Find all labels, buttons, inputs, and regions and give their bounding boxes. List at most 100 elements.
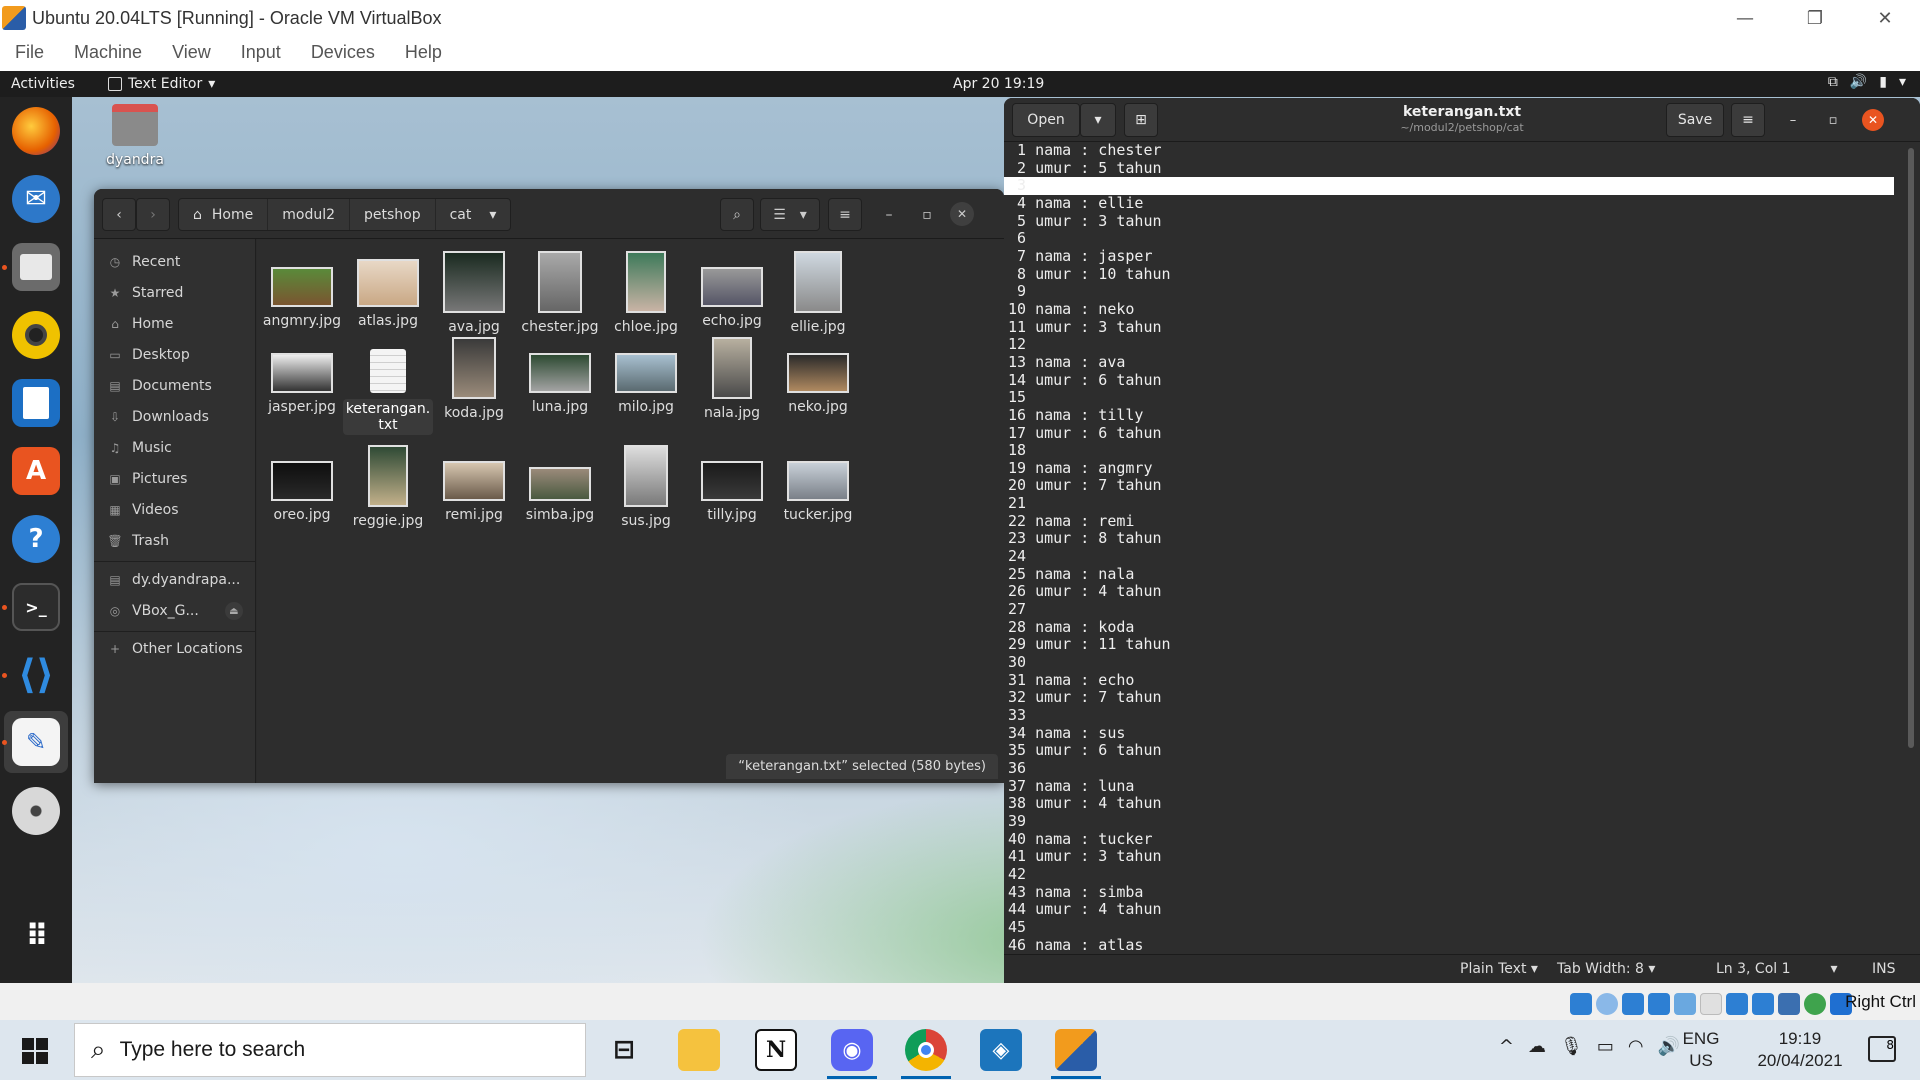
minimize-button[interactable]: –: [874, 198, 904, 231]
file-item[interactable]: tucker.jpg: [773, 445, 863, 523]
menu-help[interactable]: Help: [390, 42, 457, 63]
sidebar-item-pictures[interactable]: ▣ Pictures: [94, 464, 256, 494]
sidebar-item-recent[interactable]: ◷ Recent: [94, 247, 256, 277]
file-item[interactable]: simba.jpg: [515, 445, 605, 523]
discord-icon[interactable]: ◉: [831, 1029, 873, 1071]
file-item[interactable]: nala.jpg: [687, 337, 777, 421]
virtualbox-vm-icon[interactable]: [1055, 1029, 1097, 1071]
chevron-down-icon[interactable]: ▾: [1899, 74, 1906, 90]
file-item[interactable]: sus.jpg: [601, 445, 691, 529]
terminal-icon[interactable]: >_: [12, 583, 60, 631]
files-icon[interactable]: [12, 243, 60, 291]
file-item[interactable]: oreo.jpg: [257, 445, 347, 523]
optical-drive-icon[interactable]: [1596, 993, 1618, 1015]
sidebar-item-trash[interactable]: 🗑 Trash: [94, 526, 256, 556]
network-icon[interactable]: ⧉: [1828, 74, 1838, 90]
maximize-button[interactable]: ▫: [912, 198, 942, 231]
battery-icon[interactable]: ▭: [1597, 1036, 1614, 1057]
clock[interactable]: Apr 20 19:19: [953, 76, 1044, 92]
menu-file[interactable]: File: [0, 42, 59, 63]
tab-width-selector[interactable]: Tab Width: 8 ▾: [1557, 961, 1655, 977]
virtualbox-cube-icon[interactable]: ◈: [980, 1029, 1022, 1071]
rhythmbox-icon[interactable]: [12, 311, 60, 359]
file-item[interactable]: koda.jpg: [429, 337, 519, 421]
search-button[interactable]: ⌕: [720, 198, 754, 231]
software-center-icon[interactable]: A: [12, 447, 60, 495]
scrollbar[interactable]: [1908, 148, 1914, 748]
minimize-button[interactable]: —: [1710, 0, 1780, 36]
file-item[interactable]: reggie.jpg: [343, 445, 433, 529]
usb-icon[interactable]: [1674, 993, 1696, 1015]
file-item[interactable]: chloe.jpg: [601, 251, 691, 335]
menu-view[interactable]: View: [157, 42, 226, 63]
activities-button[interactable]: Activities: [0, 76, 100, 92]
maximize-button[interactable]: ▫: [1822, 109, 1844, 131]
crumb-cat[interactable]: cat ▾: [436, 199, 511, 230]
volume-icon[interactable]: 🔊: [1658, 1036, 1680, 1057]
file-item[interactable]: ava.jpg: [429, 251, 519, 335]
network-icon[interactable]: [1648, 993, 1670, 1015]
volume-icon[interactable]: 🔊: [1850, 74, 1867, 90]
shared-folders-icon[interactable]: [1700, 993, 1722, 1015]
cloud-icon[interactable]: ☁: [1528, 1036, 1546, 1057]
display-icon[interactable]: [1726, 993, 1748, 1015]
forward-button[interactable]: ›: [136, 198, 170, 231]
start-button[interactable]: [22, 1038, 48, 1064]
sidebar-item-music[interactable]: ♫ Music: [94, 433, 256, 463]
sidebar-item-drive[interactable]: ▤ dy.dyandrapa...: [94, 565, 256, 595]
text-area[interactable]: 1 nama : chester 2 umur : 5 tahun 3 4 na…: [1004, 142, 1920, 954]
file-explorer-icon[interactable]: [678, 1029, 720, 1071]
menu-machine[interactable]: Machine: [59, 42, 157, 63]
app-menu[interactable]: Text Editor ▾: [108, 76, 215, 92]
restore-button[interactable]: ❐: [1780, 0, 1850, 36]
guest-additions-icon[interactable]: [1804, 993, 1826, 1015]
sidebar-item-starred[interactable]: ★ Starred: [94, 278, 256, 308]
eject-icon[interactable]: ⏏: [224, 602, 243, 620]
taskbar-search[interactable]: ⌕ Type here to search: [74, 1023, 586, 1077]
disc-icon[interactable]: [12, 787, 60, 835]
hard-disk-icon[interactable]: [1570, 993, 1592, 1015]
cursor-position[interactable]: Ln 3, Col 1 ▾: [1716, 961, 1838, 977]
help-icon[interactable]: ?: [12, 515, 60, 563]
menu-button[interactable]: ≡: [828, 198, 862, 231]
file-item-keterangan[interactable]: keterangan. txt: [343, 337, 433, 435]
microphone-icon[interactable]: 🎙: [1560, 1036, 1583, 1057]
battery-icon[interactable]: ▮: [1879, 74, 1887, 90]
close-button[interactable]: ✕: [1850, 0, 1920, 36]
recording-icon[interactable]: [1752, 993, 1774, 1015]
file-item[interactable]: milo.jpg: [601, 337, 691, 415]
menu-devices[interactable]: Devices: [296, 42, 390, 63]
file-item[interactable]: chester.jpg: [515, 251, 605, 335]
language-selector[interactable]: Plain Text ▾: [1460, 961, 1538, 977]
gedit-icon[interactable]: ✎: [12, 718, 60, 766]
sidebar-item-desktop[interactable]: ▭ Desktop: [94, 340, 256, 370]
task-view-icon[interactable]: ⊟: [603, 1029, 645, 1071]
language-indicator[interactable]: ENG US: [1680, 1028, 1722, 1072]
save-button[interactable]: Save: [1666, 103, 1724, 137]
chevron-up-icon[interactable]: ^: [1499, 1036, 1514, 1057]
file-item[interactable]: jasper.jpg: [257, 337, 347, 415]
menu-input[interactable]: Input: [226, 42, 296, 63]
file-item[interactable]: tilly.jpg: [687, 445, 777, 523]
cpu-icon[interactable]: [1778, 993, 1800, 1015]
notification-center-icon[interactable]: 8: [1868, 1036, 1896, 1062]
file-item[interactable]: angmry.jpg: [257, 251, 347, 329]
view-toggle-button[interactable]: ☰ ▾: [760, 198, 820, 231]
desktop-home-folder[interactable]: dyandra: [104, 104, 166, 168]
close-button[interactable]: ✕: [1862, 109, 1884, 131]
wifi-icon[interactable]: ◠: [1628, 1036, 1644, 1057]
show-apps-icon[interactable]: ⠿: [12, 912, 60, 960]
minimize-button[interactable]: –: [1782, 109, 1804, 131]
menu-button[interactable]: ≡: [1731, 103, 1765, 137]
sidebar-item-documents[interactable]: ▤ Documents: [94, 371, 256, 401]
taskbar-clock[interactable]: 19:19 20/04/2021: [1745, 1028, 1855, 1072]
back-button[interactable]: ‹: [102, 198, 136, 231]
firefox-icon[interactable]: [12, 107, 60, 155]
audio-icon[interactable]: [1622, 993, 1644, 1015]
crumb-petshop[interactable]: petshop: [350, 199, 436, 230]
file-item[interactable]: ellie.jpg: [773, 251, 863, 335]
file-item[interactable]: luna.jpg: [515, 337, 605, 415]
sidebar-item-other-locations[interactable]: + Other Locations: [94, 634, 256, 664]
crumb-modul2[interactable]: modul2: [268, 199, 350, 230]
sidebar-item-downloads[interactable]: ⇩ Downloads: [94, 402, 256, 432]
